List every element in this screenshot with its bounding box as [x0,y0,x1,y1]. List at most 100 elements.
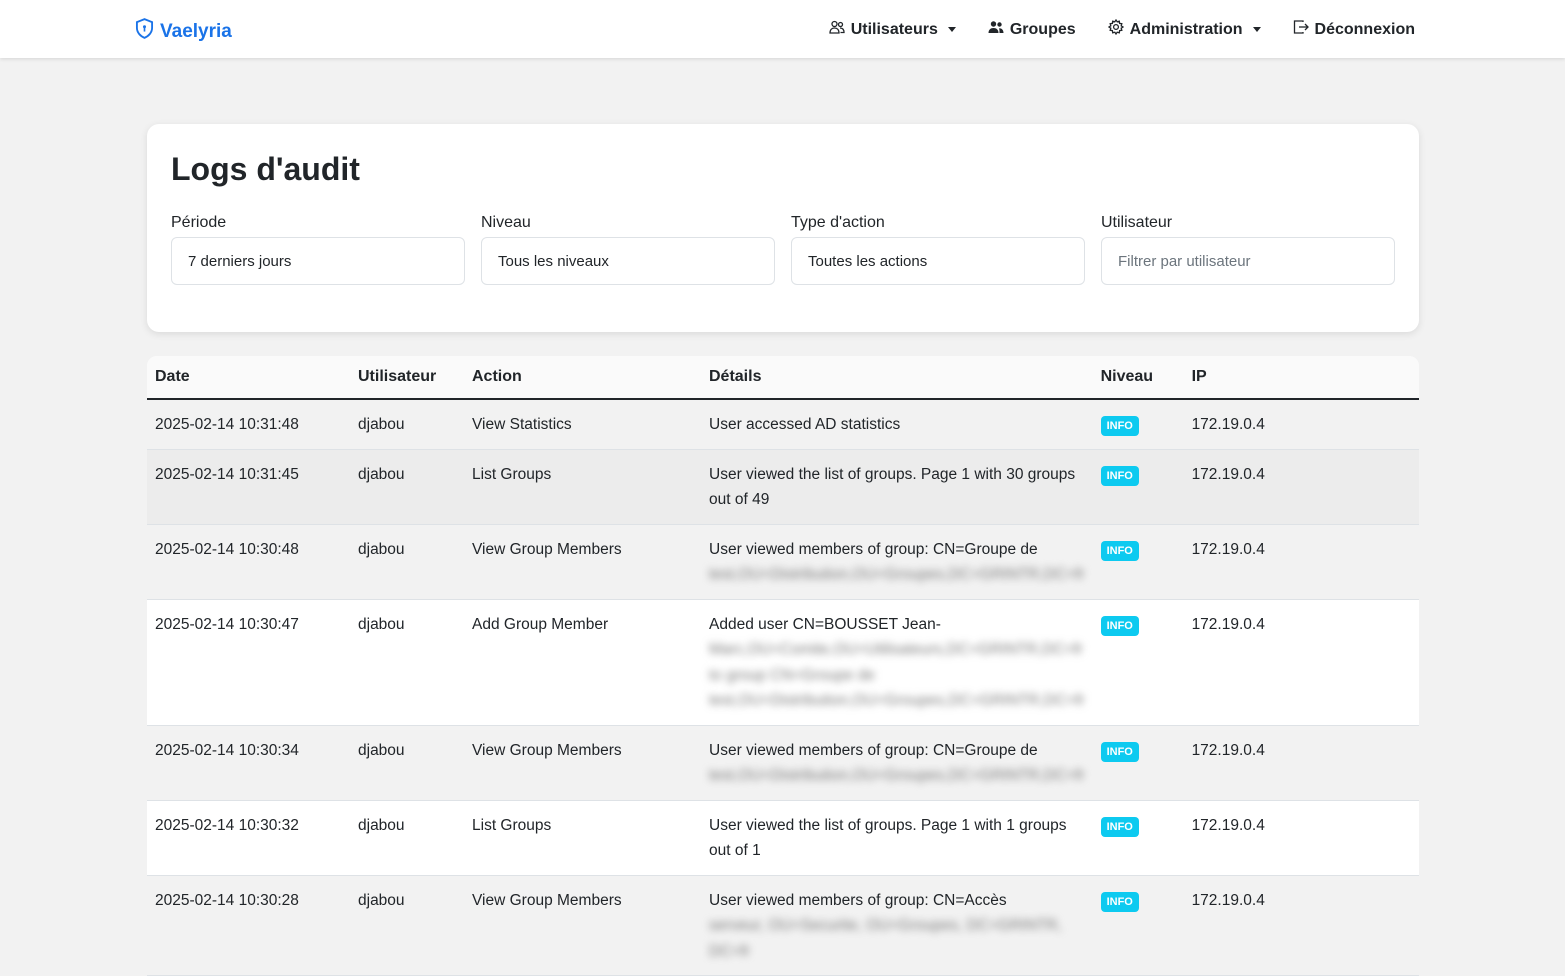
cell-action: Add Group Member [464,599,701,726]
details-text: User viewed members of group: CN=Groupe … [709,741,1038,759]
table-body: 2025-02-14 10:31:48 djabou View Statistics… [147,399,1419,976]
cell-action: View Group Members [464,875,701,976]
table-row: 2025-02-14 10:30:32 djabou List Groups User… [147,800,1419,876]
column-header-level: Niveau [1092,356,1184,400]
filter-level-label: Niveau [481,214,531,231]
cell-ip: 172.19.0.4 [1183,599,1419,726]
chevron-down-icon [1252,27,1261,32]
cell-action: List Groups [464,449,701,525]
nav-menu: Utilisateurs Groupes Administration Déco… [829,18,1415,40]
column-header-ip: IP [1183,356,1419,400]
filters-row: Période 7 derniers jours Niveau Tous les… [171,214,1395,285]
cell-details: User viewed members of group: CN=Groupe … [701,725,1093,801]
details-text: User viewed the list of groups. Page 1 w… [709,465,1076,509]
audit-log-table-container: Date Utilisateur Action Détails Niveau I… [147,356,1419,976]
details-text: User accessed AD statistics [709,416,901,433]
page-title: Logs d'audit [171,151,360,187]
filter-period-label: Période [171,214,227,231]
cell-user: djabou [350,725,464,801]
gear-icon [1107,18,1124,40]
filter-user: Utilisateur [1101,214,1395,285]
cell-date: 2025-02-14 10:30:34 [147,725,350,801]
cell-ip: 172.19.0.4 [1183,800,1419,876]
cell-level: INFO [1092,875,1184,976]
cell-ip: 172.19.0.4 [1183,449,1419,525]
cell-date: 2025-02-14 10:30:28 [147,875,350,976]
table-row: 2025-02-14 10:30:34 djabou View Group Memb… [147,725,1419,801]
cell-action: List Groups [464,800,701,876]
column-header-user: Utilisateur [350,356,464,400]
nav-utilisateurs[interactable]: Utilisateurs [829,19,956,40]
cell-level: INFO [1092,725,1184,801]
cell-action: View Group Members [464,524,701,600]
table-row: 2025-02-14 10:31:48 djabou View Statistics… [147,399,1419,450]
nav-administration[interactable]: Administration [1107,18,1261,40]
nav-deconnexion-label: Déconnexion [1314,20,1415,38]
cell-date: 2025-02-14 10:30:32 [147,800,350,876]
shield-icon [135,18,154,45]
user-filter-input[interactable] [1101,237,1395,285]
cell-date: 2025-02-14 10:30:48 [147,524,350,600]
brand-name: Vaelyria [160,20,232,42]
column-header-action: Action [464,356,701,400]
cell-ip: 172.19.0.4 [1183,875,1419,976]
filter-period: Période 7 derniers jours [171,214,465,285]
group-icon [988,19,1004,40]
details-redacted-text: serveur, OU=Securite, OU=Groupes, DC=GRI… [709,917,1062,960]
cell-date: 2025-02-14 10:31:48 [147,399,350,450]
filter-action-type: Type d'action Toutes les actions [791,214,1085,285]
nav-utilisateurs-label: Utilisateurs [850,20,938,38]
nav-groupes[interactable]: Groupes [988,19,1076,40]
audit-log-table: Date Utilisateur Action Détails Niveau I… [147,356,1419,976]
cell-user: djabou [350,875,464,976]
cell-level: INFO [1092,524,1184,600]
period-select[interactable]: 7 derniers jours [171,237,465,285]
cell-details: User viewed members of group: CN=Accès se… [701,875,1093,976]
table-row: 2025-02-14 10:31:45 djabou List Groups User… [147,449,1419,525]
nav-groupes-label: Groupes [1009,20,1076,38]
filter-user-label: Utilisateur [1101,214,1173,231]
cell-action: View Group Members [464,725,701,801]
details-redacted-text: test,OU=Distribution,OU=Groupes,DC=GRINT… [709,767,1085,784]
action-type-select[interactable]: Toutes les actions [791,237,1085,285]
cell-details: Added user CN=BOUSSET Jean- Marc,OU=Comit… [701,599,1093,726]
level-badge: INFO [1100,891,1139,912]
details-text: User viewed the list of groups. Page 1 w… [709,816,1067,860]
brand-link[interactable]: Vaelyria [135,18,232,45]
logout-icon [1293,19,1309,40]
top-navbar: Vaelyria Utilisateurs Groupes Administra… [0,0,1565,58]
level-badge: INFO [1100,615,1139,636]
cell-user: djabou [350,449,464,525]
cell-user: djabou [350,800,464,876]
level-badge: INFO [1100,465,1139,486]
cell-ip: 172.19.0.4 [1183,725,1419,801]
nav-deconnexion[interactable]: Déconnexion [1293,19,1415,40]
cell-date: 2025-02-14 10:30:47 [147,599,350,726]
cell-details: User viewed the list of groups. Page 1 w… [701,800,1093,876]
filter-action-type-label: Type d'action [791,214,885,231]
cell-level: INFO [1092,449,1184,525]
cell-level: INFO [1092,399,1184,450]
cell-user: djabou [350,599,464,726]
table-row: 2025-02-14 10:30:47 djabou Add Group Membe… [147,599,1419,726]
nav-administration-label: Administration [1129,20,1243,38]
cell-action: View Statistics [464,399,701,450]
filter-card: Logs d'audit Période 7 derniers jours Ni… [147,124,1419,332]
cell-details: User viewed the list of groups. Page 1 w… [701,449,1093,525]
details-redacted-text: Marc,OU=Comite,OU=Utilisateurs,DC=GRINTR… [709,641,1085,709]
table-row: 2025-02-14 10:30:28 djabou View Group Memb… [147,875,1419,976]
level-select[interactable]: Tous les niveaux [481,237,775,285]
level-badge: INFO [1100,540,1139,561]
column-header-details: Détails [701,356,1093,400]
chevron-down-icon [947,27,956,32]
level-badge: INFO [1100,416,1139,436]
cell-user: djabou [350,399,464,450]
cell-details: User accessed AD statistics [701,399,1093,450]
cell-details: User viewed members of group: CN=Groupe … [701,524,1093,600]
users-icon [829,19,845,40]
table-row: 2025-02-14 10:30:48 djabou View Group Memb… [147,524,1419,600]
cell-date: 2025-02-14 10:31:45 [147,449,350,525]
details-text: User viewed members of group: CN=Accès [709,891,1007,909]
details-text: Added user CN=BOUSSET Jean- [709,615,941,633]
details-text: User viewed members of group: CN=Groupe … [709,540,1038,558]
